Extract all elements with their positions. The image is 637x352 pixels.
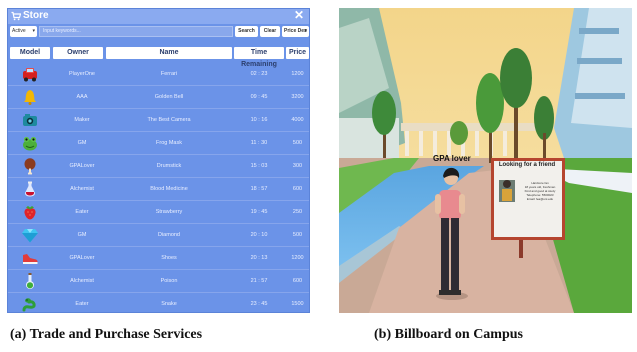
column-header-model[interactable]: Model xyxy=(10,47,50,59)
diamond-icon xyxy=(22,229,38,243)
name-cell: Diamond xyxy=(157,232,180,238)
table-row[interactable]: GM Diamond 20 : 10 500 xyxy=(8,224,309,247)
name-cell: Drumstick xyxy=(156,163,182,169)
name-cell: Shoes xyxy=(161,255,177,261)
search-input[interactable]: Input keywords... xyxy=(39,26,233,37)
camera-icon xyxy=(23,114,37,126)
shoe-icon xyxy=(23,254,38,264)
table-header: Model Owner Name Time Remaining Price xyxy=(8,47,309,68)
close-icon[interactable]: ✕ xyxy=(293,9,305,22)
time-cell: 19 : 45 xyxy=(250,209,268,215)
store-header: Store ✕ xyxy=(8,9,309,24)
owner-cell: Alchemist xyxy=(70,278,94,284)
name-cell: Strawberry xyxy=(155,209,183,215)
time-cell: 18 : 57 xyxy=(250,186,268,192)
billboard-text: Hardcore fan 18 years old, freshman Kind… xyxy=(517,181,563,201)
bell-icon xyxy=(24,90,36,105)
table-row[interactable]: PlayerOne Ferrari 02 : 23 1200 xyxy=(8,63,309,86)
store-toolbar: Active ▾ Input keywords... Search Clear … xyxy=(10,26,309,38)
column-header-owner[interactable]: Owner xyxy=(53,47,103,59)
price-cell: 500 xyxy=(292,140,303,146)
owner-cell: PlayerOne xyxy=(69,71,95,77)
price-cell: 300 xyxy=(292,163,303,169)
price-cell: 500 xyxy=(292,232,303,238)
time-cell: 02 : 23 xyxy=(250,71,268,77)
name-cell: Frog Mask xyxy=(156,140,182,146)
status-select-value: Active xyxy=(12,28,26,34)
search-placeholder: Input keywords... xyxy=(43,28,81,34)
time-cell: 10 : 16 xyxy=(250,117,268,123)
sort-select[interactable]: Price Des ▾ xyxy=(282,26,309,37)
caption-b: (b) Billboard on Campus xyxy=(374,327,523,342)
strawberry-icon xyxy=(24,206,36,220)
name-cell: Ferrari xyxy=(160,71,178,77)
time-cell: 23 : 45 xyxy=(250,301,268,307)
table-row[interactable]: Eater Snake 23 : 45 1500 xyxy=(8,293,309,312)
store-title-text: Store xyxy=(23,10,49,21)
store-panel: Store ✕ Active ▾ Input keywords... Searc… xyxy=(7,8,310,313)
potion-icon xyxy=(25,181,35,197)
owner-cell: Eater xyxy=(75,301,89,307)
chevron-down-icon: ▾ xyxy=(32,28,35,34)
name-cell: Poison xyxy=(160,278,178,284)
car-icon xyxy=(23,68,37,82)
owner-cell: AAA xyxy=(76,94,88,100)
name-cell: The Best Camera xyxy=(147,117,191,123)
table-row[interactable]: Alchemist Poison 21 : 57 600 xyxy=(8,270,309,293)
table-row[interactable]: AAA Golden Bell 09 : 45 3200 xyxy=(8,86,309,109)
time-cell: 20 : 13 xyxy=(250,255,268,261)
owner-cell: GPALover xyxy=(69,163,95,169)
table-row[interactable]: Eater Strawberry 19 : 45 250 xyxy=(8,201,309,224)
drumstick-icon xyxy=(24,158,36,175)
column-header-name[interactable]: Name xyxy=(106,47,232,59)
table-row[interactable]: GPALover Drumstick 15 : 03 300 xyxy=(8,155,309,178)
price-cell: 1200 xyxy=(291,71,304,77)
owner-cell: GM xyxy=(77,232,87,238)
poison-icon xyxy=(26,273,34,289)
time-cell: 11 : 30 xyxy=(250,140,268,146)
time-cell: 15 : 03 xyxy=(250,163,268,169)
owner-cell: Maker xyxy=(74,117,90,123)
price-cell: 600 xyxy=(292,278,303,284)
status-select[interactable]: Active ▾ xyxy=(10,26,37,37)
table-row[interactable]: Alchemist Blood Medicine 18 : 57 600 xyxy=(8,178,309,201)
search-button[interactable]: Search xyxy=(235,26,258,37)
snake-icon xyxy=(22,298,36,312)
table-row[interactable]: GPALover Shoes 20 : 13 1200 xyxy=(8,247,309,270)
billboard-title: Looking for a friend xyxy=(498,162,556,168)
name-cell: Blood Medicine xyxy=(150,186,188,192)
name-cell: Golden Bell xyxy=(154,94,184,100)
price-cell: 600 xyxy=(292,186,303,192)
store-title: Store xyxy=(11,10,49,21)
time-cell: 09 : 45 xyxy=(250,94,268,100)
billboard-line: Email: fea@uni.edu xyxy=(526,197,554,201)
owner-cell: GM xyxy=(77,140,87,146)
column-header-time-remaining[interactable]: Time Remaining xyxy=(234,47,284,68)
time-cell: 20 : 10 xyxy=(250,232,268,238)
chevron-down-icon: ▾ xyxy=(304,28,307,34)
owner-cell: Alchemist xyxy=(70,186,94,192)
price-cell: 3200 xyxy=(291,94,304,100)
price-cell: 1500 xyxy=(291,301,304,307)
price-cell: 250 xyxy=(292,209,303,215)
column-header-price[interactable]: Price xyxy=(286,47,309,59)
campus-scene: GPA lover Looking for a friend Hardcore … xyxy=(339,8,632,313)
owner-cell: Eater xyxy=(75,209,89,215)
owner-cell: GPALover xyxy=(69,255,95,261)
caption-a: (a) Trade and Purchase Services xyxy=(10,327,203,342)
table-row[interactable]: Maker The Best Camera 10 : 16 4000 xyxy=(8,109,309,132)
table-row[interactable]: GM Frog Mask 11 : 30 500 xyxy=(8,132,309,155)
time-cell: 21 : 57 xyxy=(250,278,268,284)
player-name-tag: GPA lover xyxy=(433,154,471,163)
cart-icon xyxy=(11,11,21,20)
campus-scene-graphic xyxy=(339,8,632,313)
price-cell: 1200 xyxy=(291,255,304,261)
frog-icon xyxy=(23,136,37,151)
name-cell: Snake xyxy=(161,301,177,307)
clear-button[interactable]: Clear xyxy=(260,26,280,37)
price-cell: 4000 xyxy=(291,117,304,123)
